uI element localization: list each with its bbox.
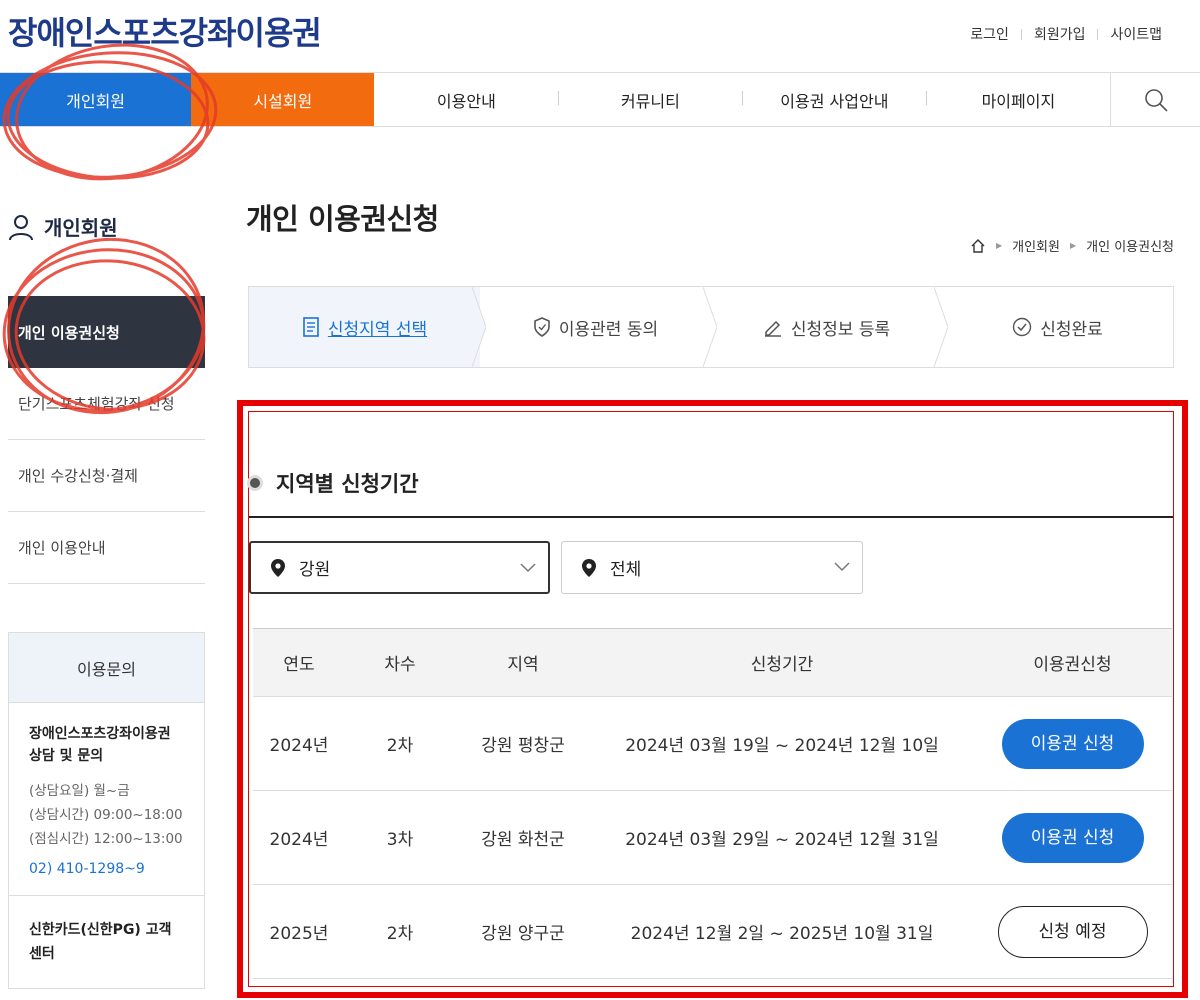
section-title: 지역별 신청기간 bbox=[250, 468, 419, 498]
step-label: 신청완료 bbox=[1040, 319, 1103, 340]
cell-year: 2025년 bbox=[253, 884, 345, 979]
table-row: 2024년 3차 강원 화천군 2024년 03월 29일 ~ 2024년 12… bbox=[253, 790, 1172, 885]
column-header: 연도 bbox=[253, 628, 345, 697]
sitemap-link[interactable]: 사이트맵 bbox=[1098, 24, 1174, 44]
breadcrumb-separator: ▶ bbox=[995, 241, 1003, 250]
nav-item-mypage[interactable]: 마이페이지 bbox=[926, 88, 1110, 112]
inquiry-lunch: (점심시간) 12:00~13:00 bbox=[29, 831, 183, 847]
cell-action: 신청 예정 bbox=[973, 884, 1172, 979]
breadcrumb: ▶ 개인회원 ▶ 개인 이용권신청 bbox=[970, 236, 1174, 255]
cell-round: 3차 bbox=[345, 790, 455, 885]
location-pin-icon bbox=[271, 558, 285, 577]
site-title[interactable]: 장애인스포츠강좌이용권 bbox=[8, 8, 322, 54]
table-row: 2024년 2차 강원 평창군 2024년 03월 19일 ~ 2024년 12… bbox=[253, 696, 1172, 791]
inquiry-title: 이용문의 bbox=[9, 633, 204, 703]
utility-links: 로그인 회원가입 사이트맵 bbox=[958, 24, 1174, 44]
table-header-row: 연도 차수 지역 신청기간 이용권신청 bbox=[253, 628, 1172, 697]
section-title-label: 지역별 신청기간 bbox=[276, 472, 419, 496]
step-arrow bbox=[934, 287, 948, 367]
shield-icon bbox=[534, 317, 550, 337]
cell-region: 강원 평창군 bbox=[455, 696, 591, 791]
sidebar-menu: 개인 이용권신청 단기스포츠체험강좌 신청 개인 수강신청·결제 개인 이용안내 bbox=[8, 296, 205, 584]
login-link[interactable]: 로그인 bbox=[958, 24, 1021, 44]
apply-voucher-button[interactable]: 이용권 신청 bbox=[1001, 812, 1144, 863]
step-label: 신청정보 등록 bbox=[790, 319, 891, 340]
card-center-label: 신한카드(신한PG) 고객센터 bbox=[29, 922, 172, 962]
inquiry-phone[interactable]: 02) 410-1298~9 bbox=[29, 861, 184, 877]
sidebar-title: 개인회원 bbox=[8, 212, 118, 241]
district-select[interactable]: 전체 bbox=[561, 541, 863, 594]
cell-period: 2024년 03월 19일 ~ 2024년 12월 10일 bbox=[591, 696, 973, 791]
inquiry-contact: 장애인스포츠강좌이용권 상담 및 문의 (상담요일) 월~금 (상담시간) 09… bbox=[9, 703, 204, 896]
sidebar-title-label: 개인회원 bbox=[44, 216, 118, 240]
document-icon bbox=[303, 317, 319, 337]
sidebar-item-enroll-pay[interactable]: 개인 수강신청·결제 bbox=[8, 440, 205, 512]
card-center: 신한카드(신한PG) 고객센터 bbox=[9, 896, 204, 988]
step-label: 이용관련 동의 bbox=[558, 319, 659, 340]
cell-period: 2024년 03월 29일 ~ 2024년 12월 31일 bbox=[591, 790, 973, 885]
sidebar-item-voucher-apply[interactable]: 개인 이용권신청 bbox=[8, 296, 205, 368]
nav-menu: 이용안내 커뮤니티 이용권 사업안내 마이페이지 bbox=[374, 73, 1110, 126]
cell-region: 강원 양구군 bbox=[455, 884, 591, 979]
step-label: 신청지역 선택 bbox=[327, 319, 428, 340]
table-row: 2025년 2차 강원 양구군 2024년 12월 2일 ~ 2025년 10월… bbox=[253, 884, 1172, 979]
step-agreement: 이용관련 동의 bbox=[480, 287, 717, 367]
column-header: 신청기간 bbox=[591, 628, 973, 697]
section-divider bbox=[249, 516, 1173, 518]
inquiry-days: (상담요일) 월~금 bbox=[29, 783, 130, 799]
cell-year: 2024년 bbox=[253, 790, 345, 885]
search-icon bbox=[1144, 88, 1168, 112]
column-header: 차수 bbox=[345, 628, 455, 697]
nav-item-business[interactable]: 이용권 사업안내 bbox=[742, 88, 926, 112]
sidebar-item-guide[interactable]: 개인 이용안내 bbox=[8, 512, 205, 584]
district-select-value: 전체 bbox=[610, 560, 642, 580]
step-arrow bbox=[703, 287, 717, 367]
cell-round: 2차 bbox=[345, 696, 455, 791]
region-select[interactable]: 강원 bbox=[249, 541, 550, 594]
cell-round: 2차 bbox=[345, 884, 455, 979]
page-title: 개인 이용권신청 bbox=[246, 202, 439, 236]
sidebar-item-short-term[interactable]: 단기스포츠체험강좌 신청 bbox=[8, 368, 205, 440]
pencil-icon bbox=[764, 320, 781, 337]
nav-item-community[interactable]: 커뮤니티 bbox=[558, 88, 742, 112]
nav-item-guide[interactable]: 이용안내 bbox=[374, 88, 558, 112]
column-header: 이용권신청 bbox=[973, 628, 1172, 697]
cell-action: 이용권 신청 bbox=[973, 696, 1172, 791]
search-button[interactable] bbox=[1110, 73, 1200, 126]
signup-link[interactable]: 회원가입 bbox=[1022, 24, 1098, 44]
home-icon[interactable] bbox=[970, 238, 986, 254]
location-pin-icon bbox=[582, 558, 596, 577]
bullet-icon bbox=[250, 478, 260, 488]
chevron-down-icon bbox=[834, 562, 850, 572]
cell-period: 2024년 12월 2일 ~ 2025년 10월 31일 bbox=[591, 884, 973, 979]
nav-member-facility[interactable]: 시설회원 bbox=[191, 73, 375, 126]
step-complete: 신청완료 bbox=[942, 287, 1173, 367]
cell-action: 이용권 신청 bbox=[973, 790, 1172, 885]
cell-year: 2024년 bbox=[253, 696, 345, 791]
upcoming-status-button[interactable]: 신청 예정 bbox=[997, 905, 1148, 958]
application-period-table: 연도 차수 지역 신청기간 이용권신청 2024년 2차 강원 평창군 2024… bbox=[253, 628, 1172, 979]
user-icon bbox=[9, 214, 33, 240]
chevron-down-icon bbox=[520, 563, 536, 573]
nav-member-individual[interactable]: 개인회원 bbox=[0, 73, 192, 126]
breadcrumb-current: 개인 이용권신청 bbox=[1086, 240, 1174, 255]
breadcrumb-separator: ▶ bbox=[1069, 241, 1077, 250]
column-header: 지역 bbox=[455, 628, 591, 697]
check-circle-icon bbox=[1013, 317, 1032, 337]
inquiry-box: 이용문의 장애인스포츠강좌이용권 상담 및 문의 (상담요일) 월~금 (상담시… bbox=[8, 632, 205, 989]
inquiry-hours: (상담요일) 월~금 (상담시간) 09:00~18:00 (점심시간) 12:… bbox=[29, 779, 184, 851]
step-region-select: 신청지역 선택 bbox=[249, 287, 486, 367]
step-info-register: 신청정보 등록 bbox=[711, 287, 948, 367]
inquiry-time: (상담시간) 09:00~18:00 bbox=[29, 807, 183, 823]
progress-steps: 신청지역 선택 이용관련 동의 신청정보 등록 신청완료 bbox=[248, 286, 1174, 368]
cell-region: 강원 화천군 bbox=[455, 790, 591, 885]
breadcrumb-item[interactable]: 개인회원 bbox=[1012, 236, 1060, 255]
global-nav: 개인회원 시설회원 이용안내 커뮤니티 이용권 사업안내 마이페이지 bbox=[0, 72, 1200, 127]
region-select-value: 강원 bbox=[299, 560, 331, 580]
inquiry-org: 장애인스포츠강좌이용권 상담 및 문의 bbox=[29, 726, 171, 764]
step-arrow bbox=[472, 287, 486, 367]
apply-voucher-button[interactable]: 이용권 신청 bbox=[1001, 718, 1144, 769]
